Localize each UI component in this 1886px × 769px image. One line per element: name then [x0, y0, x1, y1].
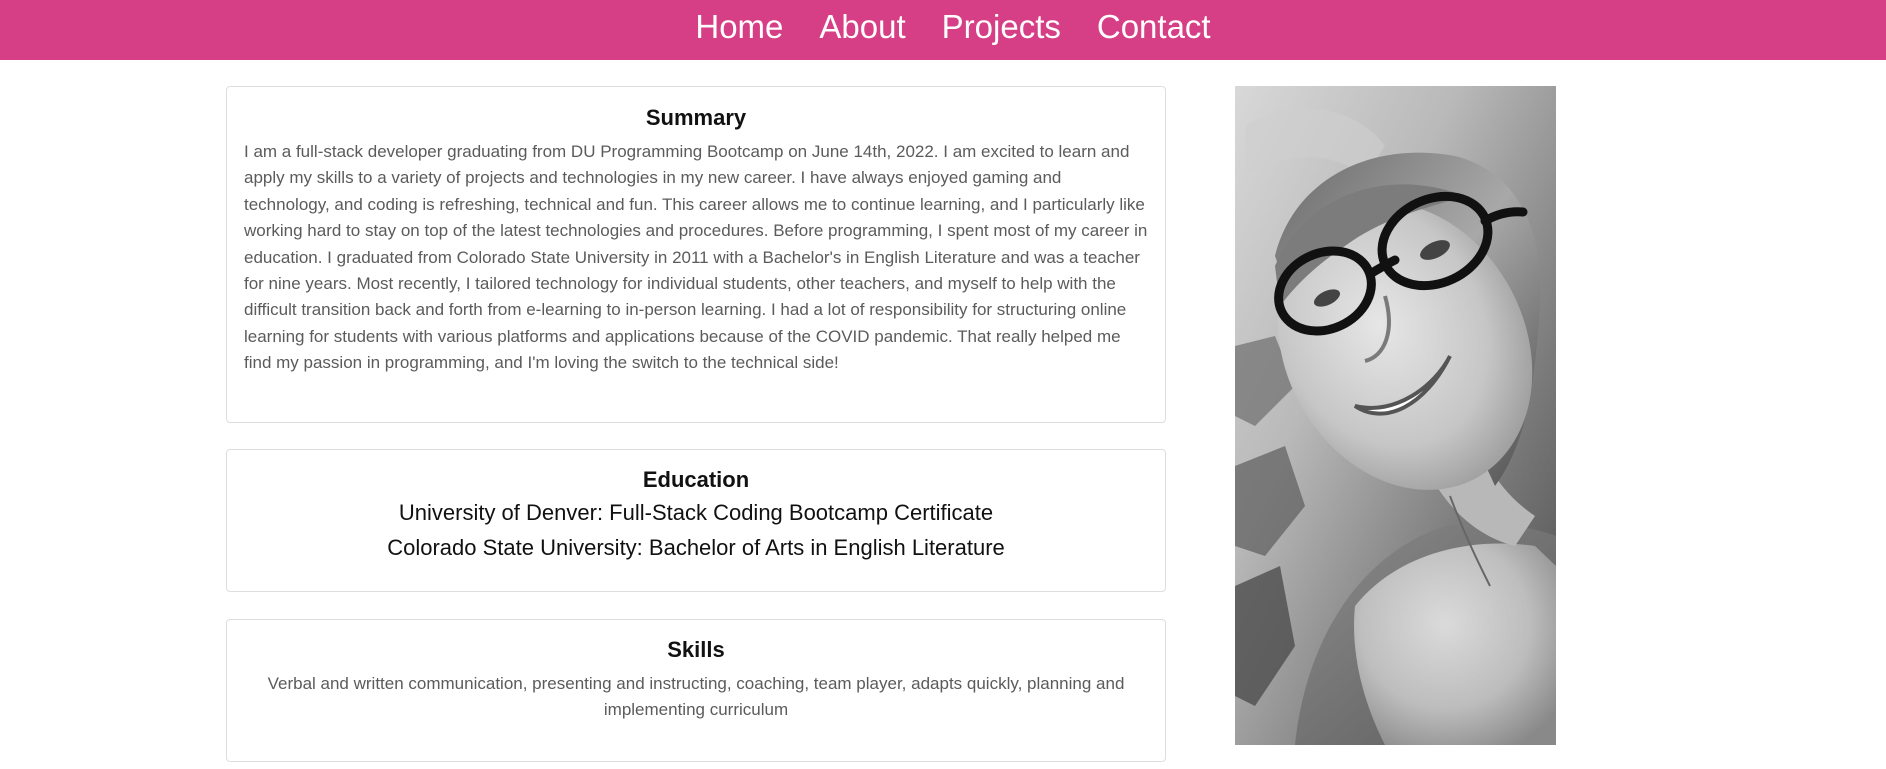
skills-title: Skills	[667, 637, 725, 662]
education-card: Education University of Denver: Full-Sta…	[226, 449, 1166, 592]
profile-photo-illustration	[1235, 86, 1556, 745]
education-entry: University of Denver: Full-Stack Coding …	[398, 500, 994, 525]
skills-text: Verbal and written communication, presen…	[267, 674, 1125, 720]
summary-title: Summary	[645, 105, 747, 130]
nav-link-home[interactable]: Home	[695, 8, 783, 46]
nav-link-about[interactable]: About	[819, 8, 905, 46]
nav-links: Home About Projects Contact	[695, 8, 1210, 46]
nav-link-contact[interactable]: Contact	[1097, 8, 1211, 46]
profile-photo	[1235, 86, 1556, 745]
summary-card: Summary I am a full-stack developer grad…	[226, 86, 1166, 423]
summary-text: I am a full-stack developer graduating f…	[244, 142, 1148, 373]
nav-link-projects[interactable]: Projects	[942, 8, 1061, 46]
education-entry: Colorado State University: Bachelor of A…	[387, 535, 1005, 560]
education-title: Education	[642, 467, 750, 492]
top-navbar: Home About Projects Contact	[0, 0, 1886, 60]
skills-card: Skills Verbal and written communication,…	[226, 619, 1166, 762]
